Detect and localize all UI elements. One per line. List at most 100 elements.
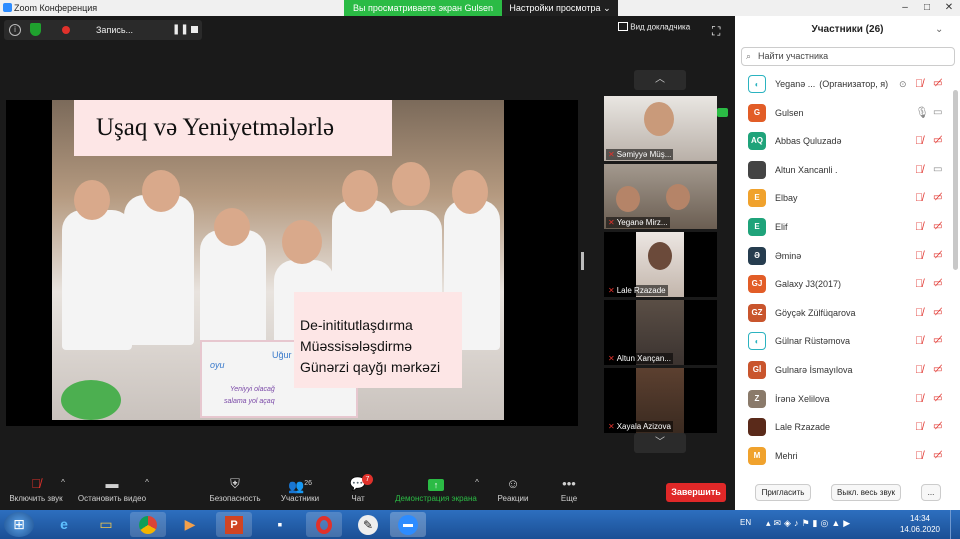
clock[interactable]: 14:34 14.06.2020 [900, 513, 940, 535]
video-tile[interactable]: ✕ Xayala Azizova [604, 368, 717, 433]
video-tile[interactable]: ✕ Lale Rzazade [604, 232, 717, 297]
chat-button[interactable]: 💬 Чат 7 [340, 474, 376, 503]
muted-mic-icon[interactable]: 🎙̸ [915, 299, 923, 327]
participant-name-text: Gulnarə İsmayılova [775, 365, 853, 375]
participant-row[interactable]: E Elbay 🎙̸ ▭̸ [735, 184, 960, 212]
video-off-icon[interactable]: ▭̸ [933, 413, 942, 441]
participant-name: İrənə Xelilova [775, 385, 830, 413]
video-camera-icon[interactable]: ▭ [933, 99, 942, 127]
share-options-chevron-icon[interactable]: ^ [472, 478, 482, 487]
fullscreen-icon[interactable]: ⛶ [712, 24, 726, 38]
chrome-icon[interactable] [130, 512, 166, 537]
participants-label: Участники [280, 494, 320, 503]
zoom-taskbar-icon[interactable]: ▬ [390, 512, 426, 537]
participant-row[interactable]: AQ Abbas Quluzadə 🎙̸ ▭̸ [735, 127, 960, 155]
participants-button[interactable]: 👥26 Участники [274, 474, 326, 503]
video-off-icon[interactable]: ▭̸ [933, 327, 942, 355]
muted-mic-icon[interactable]: 🎙̸ [915, 156, 923, 184]
stop-video-button[interactable]: ▬ Остановить видео [72, 474, 152, 503]
file-explorer-icon[interactable]: ▭ [88, 512, 124, 537]
tray-icons[interactable]: ▴✉◈♪⚑▮◎▲▶ [766, 518, 853, 529]
mic-icon[interactable]: 🎙 [915, 99, 929, 127]
muted-mic-icon[interactable]: 🎙̸ [915, 127, 923, 155]
invite-button[interactable]: Пригласить [755, 484, 811, 501]
participant-row[interactable]: GJ Galaxy J3(2017) 🎙̸ ▭̸ [735, 270, 960, 298]
participant-row[interactable]: GZ Göyçək Zülfüqarova 🎙̸ ▭̸ [735, 299, 960, 327]
pen-app-icon[interactable]: ✎ [350, 512, 386, 537]
internet-explorer-icon[interactable]: e [46, 512, 82, 537]
minimize-button[interactable]: – [895, 0, 915, 16]
video-tile[interactable]: ✕ Yeganə Mirz... [604, 164, 717, 229]
more-label: Еще [560, 494, 578, 503]
thumbnails-up-button[interactable]: ︿ [634, 70, 686, 90]
muted-mic-icon[interactable]: 🎙̸ [915, 70, 923, 98]
video-tile-label: ✕ Lale Rzazade [606, 285, 668, 296]
host-options-icon[interactable]: ⊙ [899, 70, 907, 98]
participant-row[interactable]: Ə Əminə 🎙̸ ▭̸ [735, 242, 960, 270]
video-off-icon[interactable]: ▭̸ [933, 127, 942, 155]
muted-mic-icon[interactable]: 🎙̸ [915, 242, 923, 270]
close-button[interactable]: ✕ [939, 0, 959, 16]
powerpoint-icon[interactable]: P [216, 512, 252, 537]
video-off-icon[interactable]: ▭̸ [933, 356, 942, 384]
more-button[interactable]: ••• Еще [552, 474, 586, 503]
video-tile[interactable]: ✕ Altun Xançan... [604, 300, 717, 365]
participant-row[interactable]: Altun Xancanli . 🎙̸ ▭ [735, 156, 960, 184]
opera-icon[interactable] [306, 512, 342, 537]
info-icon[interactable]: i [9, 24, 21, 36]
participant-row[interactable]: Gİ Gulnarə İsmayılova 🎙̸ ▭̸ [735, 356, 960, 384]
video-off-icon[interactable]: ▭̸ [933, 242, 942, 270]
muted-mic-icon[interactable]: 🎙̸ [915, 213, 923, 241]
audio-options-chevron-icon[interactable]: ^ [58, 478, 68, 487]
shield-icon[interactable] [30, 23, 41, 36]
video-tile[interactable]: ✕ Səmiyyə Müş... [604, 96, 717, 161]
muted-mic-icon[interactable]: 🎙̸ [915, 184, 923, 212]
more-options-button[interactable]: ... [921, 484, 941, 501]
security-button[interactable]: ⛨ Безопасность [204, 474, 266, 503]
share-screen-button[interactable]: ↑ Демонстрация экрана [390, 474, 482, 503]
video-options-chevron-icon[interactable]: ^ [142, 478, 152, 487]
muted-mic-icon[interactable]: 🎙̸ [915, 413, 923, 441]
video-off-icon[interactable]: ▭̸ [933, 70, 942, 98]
video-off-icon[interactable]: ▭̸ [933, 184, 942, 212]
muted-mic-icon[interactable]: 🎙̸ [915, 442, 923, 470]
mute-all-button[interactable]: Выкл. весь звук [831, 484, 901, 501]
video-off-icon[interactable]: ▭̸ [933, 385, 942, 413]
avatar: Gİ [748, 361, 766, 379]
view-options-dropdown[interactable]: Настройки просмотра ⌄ [502, 0, 618, 16]
thumbnails-down-button[interactable]: ﹀ [634, 433, 686, 453]
video-camera-icon[interactable]: ▭ [933, 156, 942, 184]
video-off-icon[interactable]: ▭̸ [933, 213, 942, 241]
language-indicator[interactable]: EN [740, 518, 751, 527]
muted-mic-icon[interactable]: 🎙̸ [915, 385, 923, 413]
muted-mic-icon[interactable]: 🎙̸ [915, 327, 923, 355]
participant-row[interactable]: ◐ Yeganə ... (Организатор, я) 🎙̸ ▭̸ ⊙ [735, 70, 960, 98]
chevron-down-icon[interactable]: ⌄ [935, 24, 943, 35]
stop-recording-icon[interactable] [191, 26, 198, 33]
media-player-icon[interactable]: ▶ [172, 512, 208, 537]
muted-mic-icon[interactable]: 🎙̸ [915, 356, 923, 384]
participant-row[interactable]: M Mehri 🎙̸ ▭̸ [735, 442, 960, 470]
participant-row[interactable]: Lale Rzazade 🎙̸ ▭̸ [735, 413, 960, 441]
start-button[interactable]: ⊞ [4, 512, 34, 537]
participant-row[interactable]: G Gulsen 🎙 ▭ [717, 99, 960, 127]
video-off-icon[interactable]: ▭̸ [933, 442, 942, 470]
show-desktop-button[interactable] [950, 510, 960, 539]
participant-row[interactable]: E Elif 🎙̸ ▭̸ [735, 213, 960, 241]
maximize-button[interactable]: □ [917, 0, 937, 16]
splitter-handle[interactable] [581, 252, 584, 270]
app-icon[interactable]: ▪ [262, 512, 298, 537]
participant-row[interactable]: ◐ Gülnar Rüstəmova 🎙̸ ▭̸ [735, 327, 960, 355]
participants-scrollbar[interactable] [953, 90, 958, 270]
pause-recording-icon[interactable]: ❚❚ [172, 24, 189, 35]
end-meeting-button[interactable]: Завершить [666, 483, 726, 502]
participant-name-text: Altun Xancanli . [775, 164, 838, 175]
video-off-icon[interactable]: ▭̸ [933, 270, 942, 298]
participant-row[interactable]: Z İrənə Xelilova 🎙̸ ▭̸ [735, 385, 960, 413]
video-off-icon[interactable]: ▭̸ [933, 299, 942, 327]
reactions-button[interactable]: ☺ Реакции [494, 474, 532, 503]
participant-search-input[interactable]: ⌕ Найти участника [741, 47, 955, 66]
muted-mic-icon[interactable]: 🎙̸ [915, 270, 923, 298]
reactions-label: Реакции [497, 494, 529, 503]
screen-share-banner: Вы просматриваете экран Gulsen [344, 0, 502, 16]
